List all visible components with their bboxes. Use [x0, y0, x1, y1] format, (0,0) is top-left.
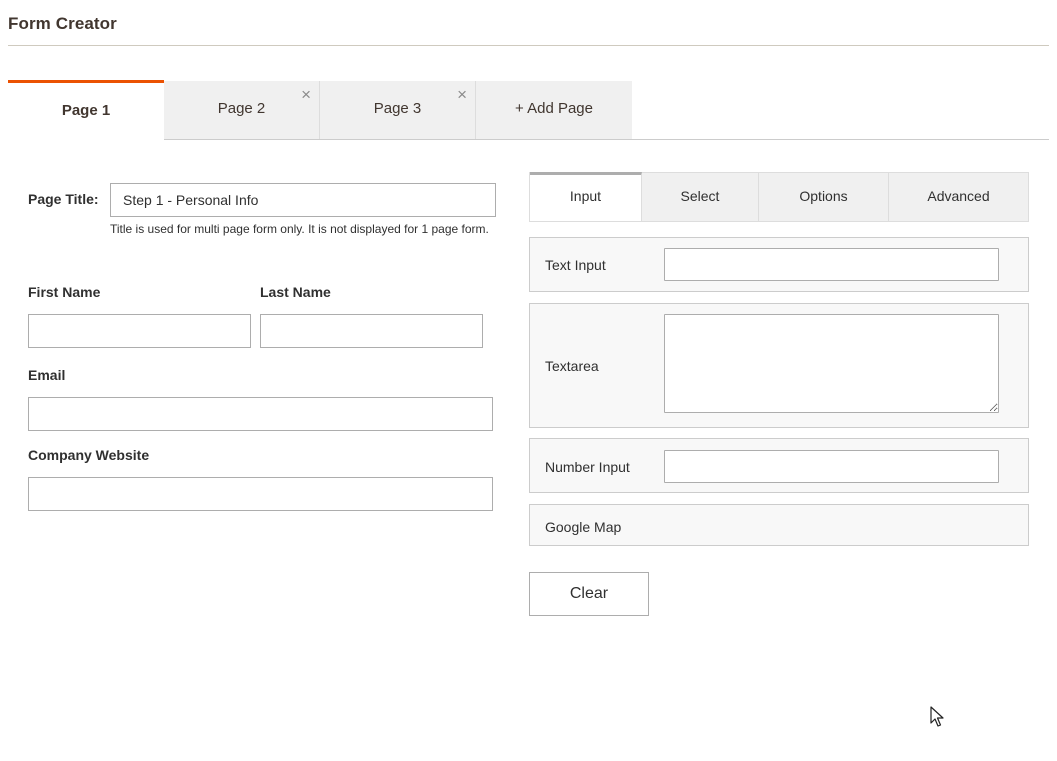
tab-page-1[interactable]: Page 1	[8, 80, 164, 141]
tab-page-2[interactable]: Page 2 ×	[164, 81, 320, 139]
website-label: Company Website	[28, 447, 150, 463]
page-title-label: Page Title:	[28, 191, 99, 207]
close-icon[interactable]: ×	[301, 85, 311, 105]
tab-advanced[interactable]: Advanced	[889, 173, 1028, 221]
text-input-item[interactable]: Text Input	[529, 237, 1029, 292]
tab-page-3[interactable]: Page 3 ×	[320, 81, 476, 139]
google-map-item[interactable]: Google Map	[529, 504, 1029, 546]
add-page-button[interactable]: + Add Page	[476, 81, 632, 139]
page-title: Form Creator	[8, 14, 117, 33]
textarea-item[interactable]: Textarea	[529, 303, 1029, 428]
text-input-preview[interactable]	[664, 248, 999, 281]
last-name-input[interactable]	[260, 314, 483, 348]
last-name-label: Last Name	[260, 284, 331, 300]
tab-select[interactable]: Select	[642, 173, 759, 221]
field-type-tabs: Input Select Options Advanced	[529, 172, 1029, 222]
mouse-pointer-icon	[930, 706, 944, 727]
page-tabs: Page 1 Page 2 × Page 3 × + Add Page	[8, 80, 1049, 141]
number-input-label: Number Input	[545, 459, 630, 475]
page-title-note: Title is used for multi page form only. …	[110, 222, 489, 236]
tab-label: Page 3	[373, 100, 422, 117]
text-input-label: Text Input	[545, 257, 606, 273]
number-input-preview[interactable]	[664, 450, 999, 483]
textarea-label: Textarea	[545, 358, 599, 374]
textarea-preview[interactable]	[664, 314, 999, 413]
website-input[interactable]	[28, 477, 493, 511]
first-name-label: First Name	[28, 284, 101, 300]
email-input[interactable]	[28, 397, 493, 431]
tab-input[interactable]: Input	[530, 172, 642, 221]
clear-button[interactable]: Clear	[529, 572, 649, 616]
tab-label: Page 1	[61, 102, 111, 119]
number-input-item[interactable]: Number Input	[529, 438, 1029, 493]
tab-label: Page 2	[217, 100, 266, 117]
page-title-input[interactable]	[110, 183, 496, 217]
google-map-label: Google Map	[545, 519, 622, 535]
close-icon[interactable]: ×	[457, 85, 467, 105]
tab-options[interactable]: Options	[759, 173, 889, 221]
page-header: Form Creator	[8, 0, 1049, 46]
first-name-input[interactable]	[28, 314, 251, 348]
tab-label: + Add Page	[515, 100, 593, 117]
email-label: Email	[28, 367, 66, 383]
